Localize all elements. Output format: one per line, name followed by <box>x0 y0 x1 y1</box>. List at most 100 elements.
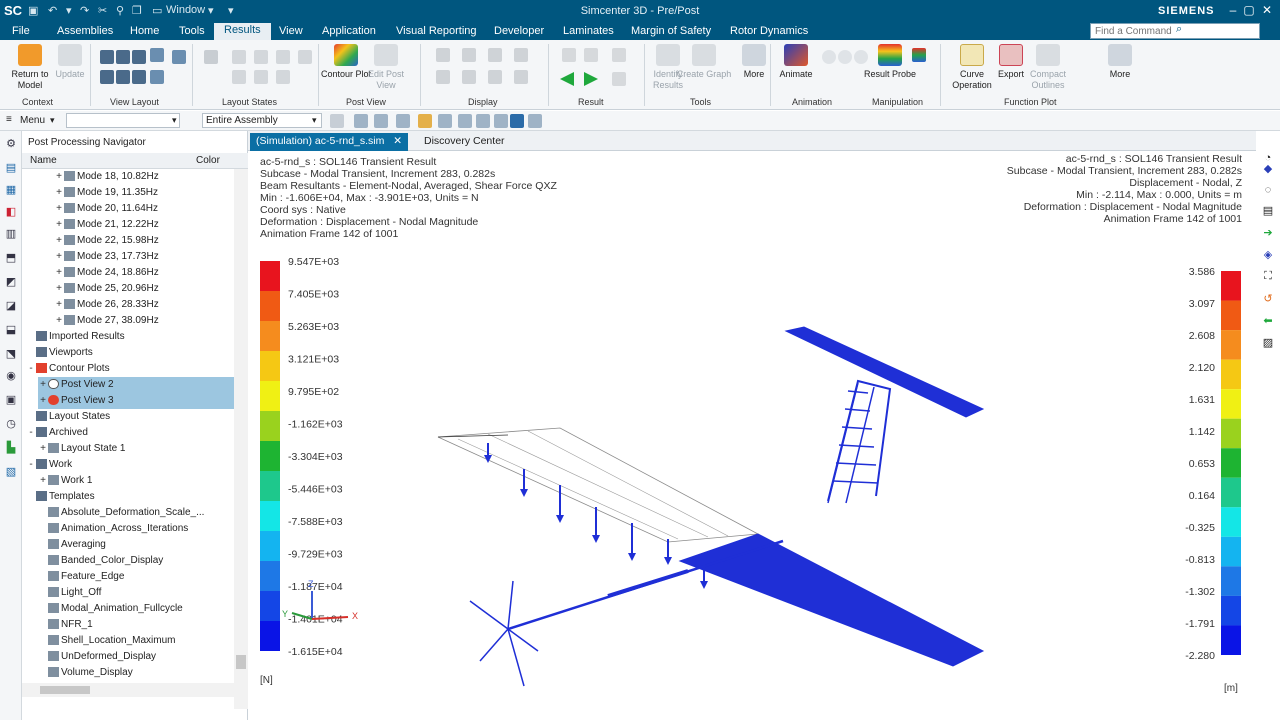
layout-state-export-icon[interactable] <box>276 70 290 84</box>
expand-toggle-icon[interactable]: + <box>38 393 48 409</box>
layout-options-icon[interactable] <box>172 50 186 64</box>
display-labels-icon[interactable] <box>514 70 528 84</box>
tree-row[interactable]: Absolute_Deformation_Scale_... <box>38 505 234 521</box>
layout-state-new-icon[interactable] <box>204 50 218 64</box>
tree-row[interactable]: Layout States <box>26 409 234 425</box>
vertical-scrollbar[interactable] <box>234 169 248 709</box>
expand-toggle-icon[interactable]: + <box>54 265 64 281</box>
tree-row[interactable]: + Post View 2 <box>38 377 234 393</box>
tasks-icon[interactable]: ▣ <box>4 393 18 407</box>
display-deform-icon[interactable] <box>436 70 450 84</box>
tree-row[interactable]: - Archived <box>26 425 234 441</box>
tree-row[interactable]: Animation_Across_Iterations <box>38 521 234 537</box>
tree-row[interactable]: Averaging <box>38 537 234 553</box>
menu-application[interactable]: Application <box>322 25 376 37</box>
reuse-library-icon[interactable]: ◧ <box>4 205 18 219</box>
color-bar-icon[interactable] <box>912 48 926 62</box>
tree-row[interactable]: NFR_1 <box>38 617 234 633</box>
layout-3x1-icon[interactable] <box>116 70 130 84</box>
tree-row[interactable]: + Work 1 <box>38 473 234 489</box>
next-result-icon[interactable] <box>584 72 598 86</box>
menu-rotor-dynamics[interactable]: Rotor Dynamics <box>730 25 808 37</box>
back-icon[interactable]: ⬅ <box>1261 314 1275 328</box>
layers-icon[interactable]: ◈ <box>1261 248 1275 262</box>
close-tab-icon[interactable]: ✕ <box>393 135 402 147</box>
tree-row[interactable]: + Mode 21, 12.22Hz <box>54 217 234 233</box>
tree-row[interactable]: + Mode 26, 28.33Hz <box>54 297 234 313</box>
result-toggle-icon[interactable] <box>562 48 576 62</box>
expand-toggle-icon[interactable]: + <box>38 441 48 457</box>
chevron-down-icon[interactable]: ▾ <box>312 115 317 126</box>
animation-rewind-icon[interactable] <box>822 50 836 64</box>
system-materials-icon[interactable]: ◩ <box>4 275 18 289</box>
animation-pause-icon[interactable] <box>838 50 852 64</box>
expand-toggle-icon[interactable]: + <box>54 217 64 233</box>
snap-options-icon[interactable] <box>374 114 388 128</box>
tree-row[interactable]: - Work <box>26 457 234 473</box>
expand-toggle-icon[interactable]: + <box>54 169 64 185</box>
layout-2x1-icon[interactable] <box>132 50 146 64</box>
expand-toggle-icon[interactable]: - <box>26 361 36 377</box>
menu-view[interactable]: View <box>279 25 303 37</box>
layout-3x3-icon[interactable] <box>132 70 146 84</box>
layout-1x2-icon[interactable] <box>116 50 130 64</box>
maximize-icon[interactable]: ▢ <box>1240 3 1258 17</box>
view-grid-icon[interactable] <box>528 114 542 128</box>
expand-toggle-icon[interactable]: + <box>38 377 48 393</box>
chevron-down-icon[interactable]: ▾ <box>50 115 55 126</box>
column-name[interactable]: Name <box>30 155 57 166</box>
gear-icon[interactable]: ⚙ <box>4 137 18 151</box>
reset-icon[interactable]: ↺ <box>1261 292 1275 306</box>
menu-visual-reporting[interactable]: Visual Reporting <box>396 25 477 37</box>
view-style-icon[interactable] <box>476 114 490 128</box>
layout-2x2-icon[interactable] <box>100 70 114 84</box>
expand-toggle-icon[interactable]: + <box>54 281 64 297</box>
search-icon[interactable]: ⌕ <box>1176 23 1182 36</box>
display-arrows-icon[interactable] <box>488 70 502 84</box>
tree-row[interactable]: Volume_Display <box>38 665 234 681</box>
layout-state-up-icon[interactable] <box>298 50 312 64</box>
selection-filter-icon[interactable] <box>330 114 344 128</box>
layout-state-undo-icon[interactable] <box>232 70 246 84</box>
chevron-down-icon[interactable]: ▾ <box>172 115 177 126</box>
rotate-icon[interactable]: ◌ <box>1261 184 1275 198</box>
result-probe-button[interactable]: Result Probe <box>862 44 918 80</box>
expand-toggle-icon[interactable]: - <box>26 425 36 441</box>
expand-toggle-icon[interactable]: + <box>54 297 64 313</box>
fit-icon[interactable]: ⛶ <box>1261 270 1275 284</box>
menu-results[interactable]: Results <box>214 23 271 40</box>
history-icon[interactable]: ⬒ <box>4 251 18 265</box>
scope-combo[interactable]: Entire Assembly <box>202 113 322 128</box>
palette-icon[interactable]: ◪ <box>4 299 18 313</box>
select-more-icon[interactable] <box>396 114 410 128</box>
create-graph-button[interactable]: Create Graph <box>676 44 732 80</box>
expand-toggle-icon[interactable]: + <box>54 249 64 265</box>
result-frame-icon[interactable] <box>584 48 598 62</box>
tree-row[interactable]: + Mode 22, 15.98Hz <box>54 233 234 249</box>
view-section-icon[interactable] <box>494 114 508 128</box>
web-browser-icon[interactable]: ⬓ <box>4 323 18 337</box>
type-filter-combo[interactable] <box>66 113 180 128</box>
close-icon[interactable]: ✕ <box>1258 3 1276 17</box>
chart-icon[interactable]: ▙ <box>4 441 18 455</box>
snap-point-icon[interactable] <box>354 114 368 128</box>
view-layout-icon[interactable] <box>510 114 524 128</box>
menu-button[interactable]: Menu <box>20 115 45 126</box>
result-layers-icon[interactable] <box>612 48 626 62</box>
display-markers-icon[interactable] <box>462 70 476 84</box>
layout-custom-icon[interactable] <box>150 48 164 62</box>
layout-state-copy-icon[interactable] <box>254 50 268 64</box>
expand-toggle-icon[interactable]: + <box>54 201 64 217</box>
forward-icon[interactable]: ➔ <box>1261 226 1275 240</box>
view-fit-icon[interactable] <box>438 114 452 128</box>
tree-row[interactable]: Viewports <box>26 345 234 361</box>
tree-row[interactable]: + Mode 20, 11.64Hz <box>54 201 234 217</box>
tree-row[interactable]: Shell_Location_Maximum <box>38 633 234 649</box>
function-plot-more-button[interactable]: More <box>1092 44 1148 80</box>
menu-tools[interactable]: Tools <box>179 25 205 37</box>
tree-row[interactable]: Imported Results <box>26 329 234 345</box>
clock-icon[interactable]: ◷ <box>4 417 18 431</box>
tab-discovery-center[interactable]: Discovery Center <box>418 133 511 151</box>
edit-post-view-button[interactable]: Edit Post View <box>358 44 414 91</box>
tree-row[interactable]: Templates <box>26 489 234 505</box>
